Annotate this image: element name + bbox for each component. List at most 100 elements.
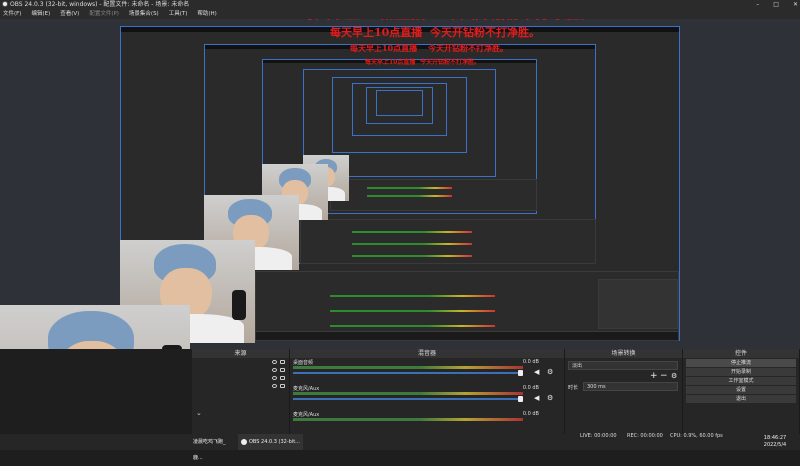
- volume-meter: [293, 392, 523, 395]
- overlay-text-notice-nested-2: 今天开钻粉不打净胜。: [428, 43, 508, 53]
- taskbar-item-stream[interactable]: 凌晨吃鸡飞跑_鹿...: [190, 434, 235, 461]
- studio-mode-button[interactable]: 工作室模式: [686, 377, 796, 385]
- source-row[interactable]: [192, 382, 289, 390]
- visibility-eye-icon[interactable]: [272, 384, 277, 388]
- obs-app-icon: [2, 1, 8, 7]
- obs-taskbar-icon: [241, 438, 247, 445]
- visibility-eye-icon[interactable]: [272, 368, 277, 372]
- add-transition-button[interactable]: +: [650, 372, 658, 381]
- sources-dock: 来源 ⌄: [192, 349, 290, 434]
- volume-meter: [293, 366, 523, 369]
- exit-button[interactable]: 退出: [686, 395, 796, 403]
- nested-meter: [352, 243, 472, 245]
- window-title: OBS 24.0.3 (32-bit, windows) - 配置文件: 未命名…: [10, 1, 190, 8]
- menu-profile[interactable]: 配置文件(P): [89, 9, 119, 19]
- close-icon[interactable]: ✕: [793, 0, 798, 9]
- source-row[interactable]: [192, 358, 289, 366]
- menu-scene-collection[interactable]: 场景集合(S): [129, 9, 159, 19]
- mixer-channel: 桌面音频 0.0 dB ◀ ⚙: [290, 358, 564, 384]
- menu-edit[interactable]: 编辑(E): [31, 9, 50, 19]
- cpu-status: CPU: 0.9%, 60.00 fps: [670, 433, 723, 439]
- menu-tools[interactable]: 工具(T): [169, 9, 188, 19]
- volume-slider-handle[interactable]: [518, 370, 523, 376]
- visibility-eye-icon[interactable]: [272, 360, 277, 364]
- rec-status: REC: 00:00:00: [627, 433, 663, 439]
- lock-icon[interactable]: [280, 368, 285, 372]
- mixer-channel: 麦克风/Aux 0.0 dB: [290, 410, 564, 436]
- stop-streaming-button[interactable]: 停止推流: [686, 359, 796, 367]
- volume-slider[interactable]: [293, 372, 523, 374]
- overlay-text-schedule: 每天早上10点直播: [300, 19, 426, 23]
- mixer-channel: 麦克风/Aux 0.0 dB ◀ ⚙: [290, 384, 564, 410]
- channel-name: 麦克风/Aux: [293, 386, 320, 392]
- overlay-text-schedule-nested-3: 每天早上10点直播: [365, 59, 416, 66]
- nested-meter: [352, 255, 472, 257]
- menu-help[interactable]: 帮助(H): [197, 9, 216, 19]
- gear-icon[interactable]: ⚙: [547, 395, 554, 402]
- webcam-person-large: [0, 305, 190, 349]
- preview-canvas[interactable]: 每天早上10点直播 今天开钻粉不打净胜。 每天早上10点直播 今天开钻粉不打净胜…: [0, 19, 800, 349]
- transitions-header: 场景转换: [565, 349, 682, 358]
- nested-meter: [330, 325, 495, 327]
- channel-name: 麦克风/Aux: [293, 412, 320, 418]
- nested-capture-8: [376, 90, 423, 116]
- duration-input[interactable]: 300 ms: [583, 382, 678, 391]
- menu-view[interactable]: 查看(V): [60, 9, 79, 19]
- nested-dock-strip-2: [300, 219, 596, 264]
- volume-meter: [293, 418, 523, 421]
- overlay-text-schedule-nested: 每天早上10点直播: [330, 26, 423, 39]
- nested-meter: [330, 310, 495, 312]
- lock-icon[interactable]: [280, 384, 285, 388]
- lock-icon[interactable]: [280, 376, 285, 380]
- live-status: LIVE: 00:00:00: [580, 433, 617, 439]
- source-row[interactable]: [192, 374, 289, 382]
- status-bar: LIVE: 00:00:00 REC: 00:00:00 CPU: 0.9%, …: [0, 433, 800, 450]
- gear-icon[interactable]: ⚙: [671, 373, 678, 380]
- nested-controls-strip: [598, 279, 678, 329]
- overlay-text-notice: 今天开钻粉不打净胜。: [445, 19, 595, 23]
- clock-time: 18:46:27: [763, 435, 787, 441]
- scene-transitions-dock: 场景转换 淡出 + − ⚙ 时长 300 ms: [565, 349, 683, 434]
- channel-db: 0.0 dB: [522, 385, 539, 391]
- sources-list: [192, 358, 289, 390]
- volume-slider[interactable]: [293, 398, 523, 400]
- taskbar-clock[interactable]: 18:46:27 2022/5/4: [752, 434, 798, 450]
- nested-meter: [352, 231, 472, 233]
- volume-slider-handle[interactable]: [518, 396, 523, 402]
- maximize-icon[interactable]: □: [773, 0, 779, 9]
- overlay-text-schedule-nested-2: 每天早上10点直播: [350, 43, 418, 53]
- menu-file[interactable]: 文件(F): [3, 9, 21, 19]
- channel-db: 0.0 dB: [522, 411, 539, 417]
- remove-transition-button[interactable]: −: [660, 372, 668, 381]
- menu-bar: 文件(F) 编辑(E) 查看(V) 配置文件(P) 场景集合(S) 工具(T) …: [0, 9, 800, 19]
- channel-db: 0.0 dB: [522, 359, 539, 365]
- duration-label: 时长: [568, 385, 579, 391]
- window-controls: – □ ✕: [756, 0, 798, 9]
- controls-header: 控件: [683, 349, 799, 358]
- title-bar: OBS 24.0.3 (32-bit, windows) - 配置文件: 未命名…: [0, 0, 800, 9]
- controls-dock: 控件 停止推流 开始录制 工作室模式 设置 退出: [683, 349, 800, 434]
- speaker-icon[interactable]: ◀: [534, 395, 541, 402]
- clock-date: 2022/5/4: [763, 442, 787, 448]
- start-recording-button[interactable]: 开始录制: [686, 368, 796, 376]
- nested-meter: [367, 195, 452, 197]
- nested-meter: [330, 295, 495, 297]
- overlay-text-notice-nested: 今天开钻粉不打净胜。: [430, 26, 540, 39]
- speaker-icon[interactable]: ◀: [534, 369, 541, 376]
- chevron-down-icon[interactable]: ⌄: [196, 409, 202, 417]
- settings-button[interactable]: 设置: [686, 386, 796, 394]
- source-row[interactable]: [192, 366, 289, 374]
- lock-icon[interactable]: [280, 360, 285, 364]
- transition-type-select[interactable]: 淡出: [568, 361, 678, 370]
- mixer-header: 混音器: [290, 349, 564, 358]
- audio-mixer-dock: 混音器 桌面音频 0.0 dB ◀ ⚙ 麦克风/Aux 0.0 dB ◀ ⚙ 麦…: [290, 349, 565, 434]
- gear-icon[interactable]: ⚙: [547, 369, 554, 376]
- taskbar-item-obs[interactable]: OBS 24.0.3 (32-bit...: [238, 434, 303, 450]
- visibility-eye-icon[interactable]: [272, 376, 277, 380]
- overlay-text-notice-nested-3: 今天开钻粉不打净胜。: [420, 59, 481, 66]
- sources-header: 来源: [192, 349, 289, 358]
- minimize-icon[interactable]: –: [756, 0, 759, 9]
- nested-taskbar: [255, 331, 679, 341]
- nested-meter: [367, 187, 452, 189]
- channel-name: 桌面音频: [293, 360, 314, 366]
